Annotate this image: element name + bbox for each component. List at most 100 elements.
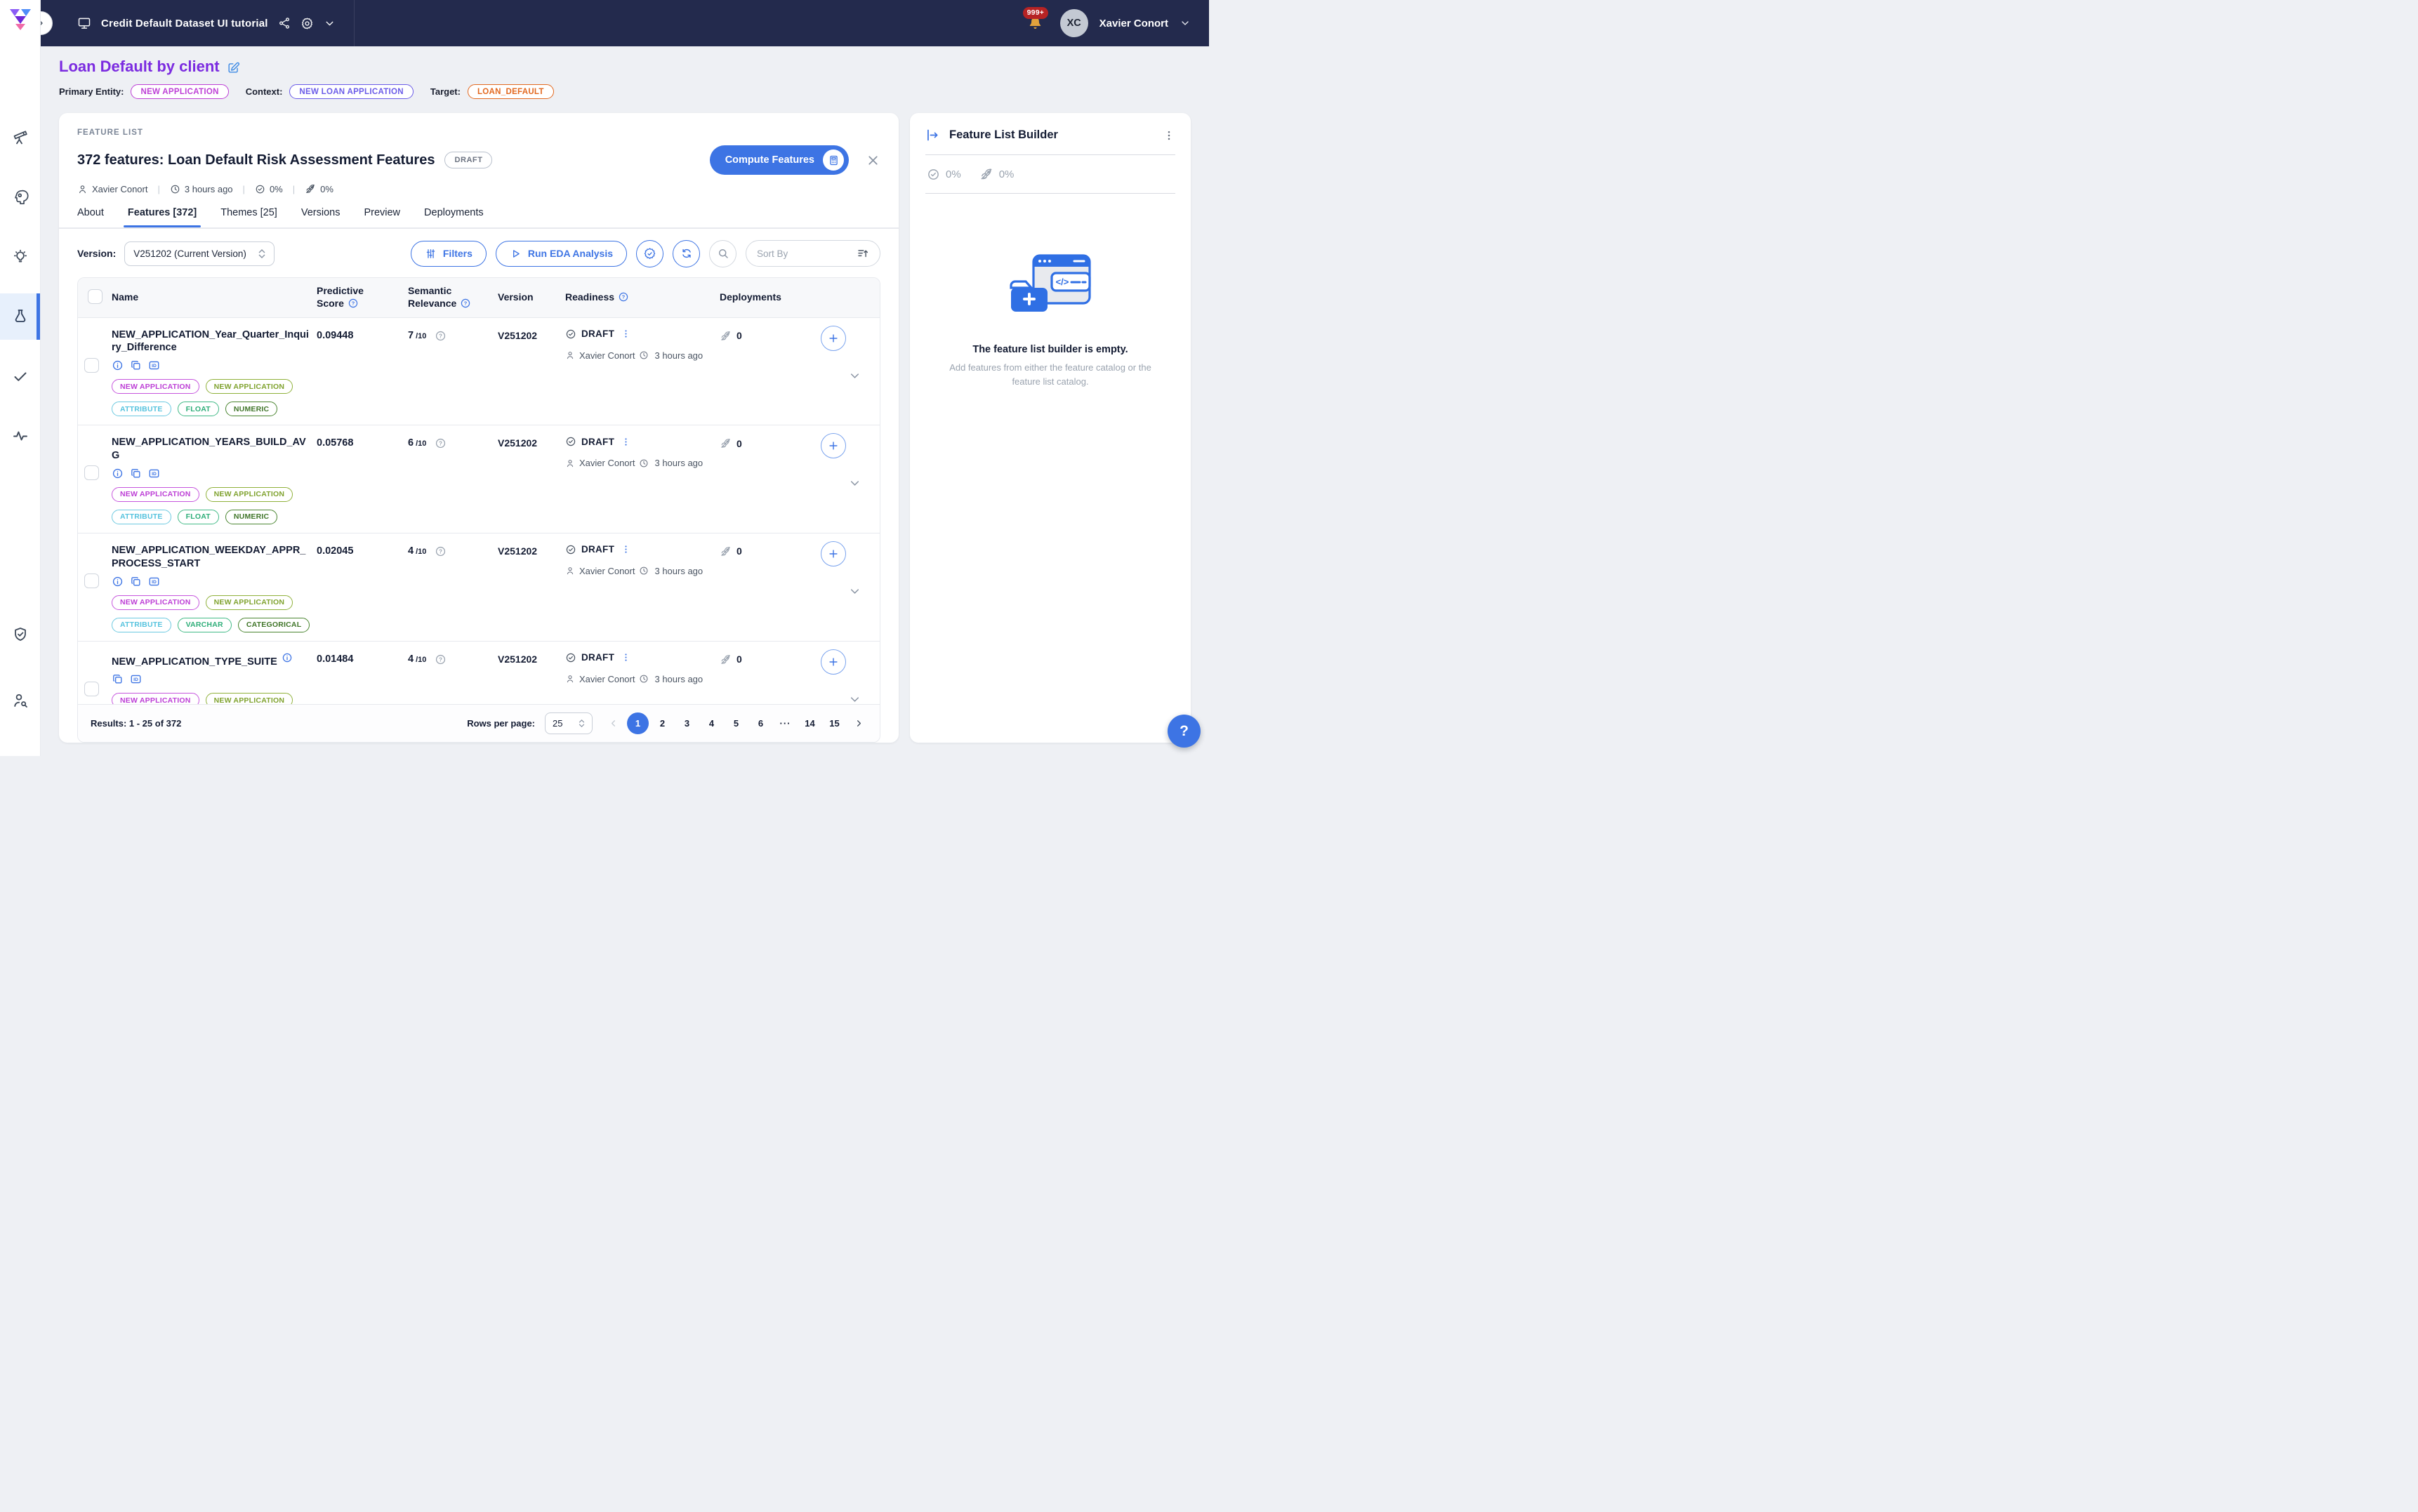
help-icon[interactable] [435, 330, 447, 342]
copy-icon[interactable] [130, 576, 142, 588]
settings-gear-icon[interactable] [300, 17, 314, 30]
add-to-builder-button[interactable] [821, 433, 846, 458]
sidebar-item-explore[interactable] [0, 114, 40, 161]
id-icon[interactable] [148, 467, 160, 479]
version-select[interactable]: V251202 (Current Version) [124, 241, 275, 266]
info-icon[interactable] [112, 359, 124, 371]
id-icon[interactable] [148, 576, 160, 588]
info-icon[interactable] [112, 467, 124, 479]
row-menu-icon[interactable] [621, 437, 631, 447]
share-icon[interactable] [278, 17, 291, 29]
pagination-page-6[interactable]: 6 [750, 712, 772, 734]
sidebar-item-user-search[interactable] [0, 677, 40, 724]
sort-by-input[interactable]: Sort By [746, 240, 880, 267]
search-button[interactable] [709, 240, 736, 267]
app-logo[interactable] [8, 8, 32, 32]
badge-pill[interactable]: NEW LOAN APPLICATION [289, 84, 413, 99]
pagination-page-15[interactable]: 15 [824, 712, 845, 734]
readiness-check-button[interactable] [636, 240, 663, 267]
feature-version: V251202 [498, 329, 565, 417]
collapse-panel-icon[interactable] [925, 128, 940, 142]
search-icon [717, 247, 729, 260]
info-icon[interactable] [282, 652, 293, 663]
copy-icon[interactable] [130, 467, 142, 479]
tag-dtype: FLOAT [178, 402, 219, 416]
expand-row-icon[interactable] [848, 477, 861, 490]
pagination-page-5[interactable]: 5 [725, 712, 747, 734]
pagination-page-14[interactable]: 14 [799, 712, 821, 734]
user-menu-chevron-icon[interactable] [1180, 18, 1191, 29]
help-icon[interactable] [435, 545, 447, 557]
user-avatar[interactable]: XC [1060, 9, 1088, 37]
row-checkbox[interactable] [84, 465, 99, 480]
pagination-prev[interactable] [602, 712, 624, 734]
help-icon[interactable] [435, 654, 447, 665]
pagination-page-3[interactable]: 3 [676, 712, 698, 734]
tab-versions[interactable]: Versions [301, 207, 341, 227]
sidebar-item-approvals[interactable] [0, 353, 40, 399]
run-eda-button[interactable]: Run EDA Analysis [496, 241, 627, 267]
tab-preview[interactable]: Preview [364, 207, 400, 227]
tab-deployments[interactable]: Deployments [424, 207, 484, 227]
col-header-semantic-1: Semantic [408, 285, 451, 296]
pagination-page-4[interactable]: 4 [701, 712, 722, 734]
feature-list-builder-panel: Feature List Builder 0% 0% </> [910, 113, 1191, 743]
help-icon[interactable] [460, 298, 471, 309]
row-checkbox[interactable] [84, 573, 99, 588]
sidebar-item-ai[interactable] [0, 174, 40, 220]
add-to-builder-button[interactable] [821, 326, 846, 351]
pagination-page-1[interactable]: 1 [627, 712, 649, 734]
notifications-button[interactable]: 999+ [1027, 15, 1043, 32]
edit-title-icon[interactable] [227, 61, 240, 74]
tag-row-2: ATTRIBUTEFLOATNUMERIC [112, 510, 310, 524]
user-name[interactable]: Xavier Conort [1099, 18, 1168, 29]
help-icon[interactable] [348, 298, 359, 309]
help-icon[interactable] [435, 437, 447, 449]
expand-row-icon[interactable] [848, 369, 861, 383]
close-icon[interactable] [866, 153, 880, 168]
refresh-button[interactable] [673, 240, 700, 267]
help-button[interactable]: ? [1168, 715, 1201, 748]
tab-themes-25[interactable]: Themes [25] [220, 207, 277, 227]
info-icon[interactable] [112, 576, 124, 588]
notification-badge: 999+ [1023, 7, 1048, 19]
rows-per-page-select[interactable]: 25 [545, 712, 593, 734]
badge-pill[interactable]: NEW APPLICATION [131, 84, 228, 99]
deployments-count: 0 [736, 330, 742, 341]
add-to-builder-button[interactable] [821, 649, 846, 675]
project-menu-chevron-icon[interactable] [324, 18, 336, 29]
sidebar-item-activity[interactable] [0, 413, 40, 459]
row-menu-icon[interactable] [621, 652, 631, 663]
copy-icon[interactable] [130, 359, 142, 371]
row-checkbox[interactable] [84, 682, 99, 696]
badge-pill[interactable]: LOAN_DEFAULT [468, 84, 554, 99]
expand-row-icon[interactable] [848, 693, 861, 704]
select-all-checkbox[interactable] [88, 289, 103, 304]
sidebar-item-ideas[interactable] [0, 234, 40, 280]
sidebar-item-experiments[interactable] [0, 293, 40, 340]
row-checkbox[interactable] [84, 358, 99, 373]
expand-row-icon[interactable] [848, 585, 861, 598]
filters-button[interactable]: Filters [411, 241, 487, 267]
add-to-builder-button[interactable] [821, 541, 846, 566]
table-toolbar: Version: V251202 (Current Version) Filte… [59, 240, 899, 267]
pagination-page-2[interactable]: 2 [652, 712, 673, 734]
builder-menu-icon[interactable] [1163, 129, 1175, 142]
copy-icon[interactable] [112, 673, 124, 685]
sidebar-item-activity-icon [12, 427, 29, 444]
sidebar-item-governance[interactable] [0, 611, 40, 658]
row-menu-icon[interactable] [621, 329, 631, 339]
id-icon[interactable] [130, 673, 142, 685]
tab-about[interactable]: About [77, 207, 104, 227]
row-menu-icon[interactable] [621, 544, 631, 555]
table-row: NEW_APPLICATION_Year_Quarter_Inquiry_Dif… [78, 318, 880, 426]
compute-features-button[interactable]: Compute Features [710, 145, 849, 175]
main-area: FEATURE LIST 372 features: Loan Default … [41, 99, 1209, 743]
updated-time: 3 hours ago [185, 184, 233, 194]
pagination-next[interactable] [848, 712, 870, 734]
help-icon[interactable] [618, 291, 629, 303]
id-icon[interactable] [148, 359, 160, 371]
tab-features-372[interactable]: Features [372] [128, 207, 197, 227]
results-count: Results: 1 - 25 of 372 [91, 718, 181, 729]
card-eyebrow: FEATURE LIST [77, 128, 880, 137]
